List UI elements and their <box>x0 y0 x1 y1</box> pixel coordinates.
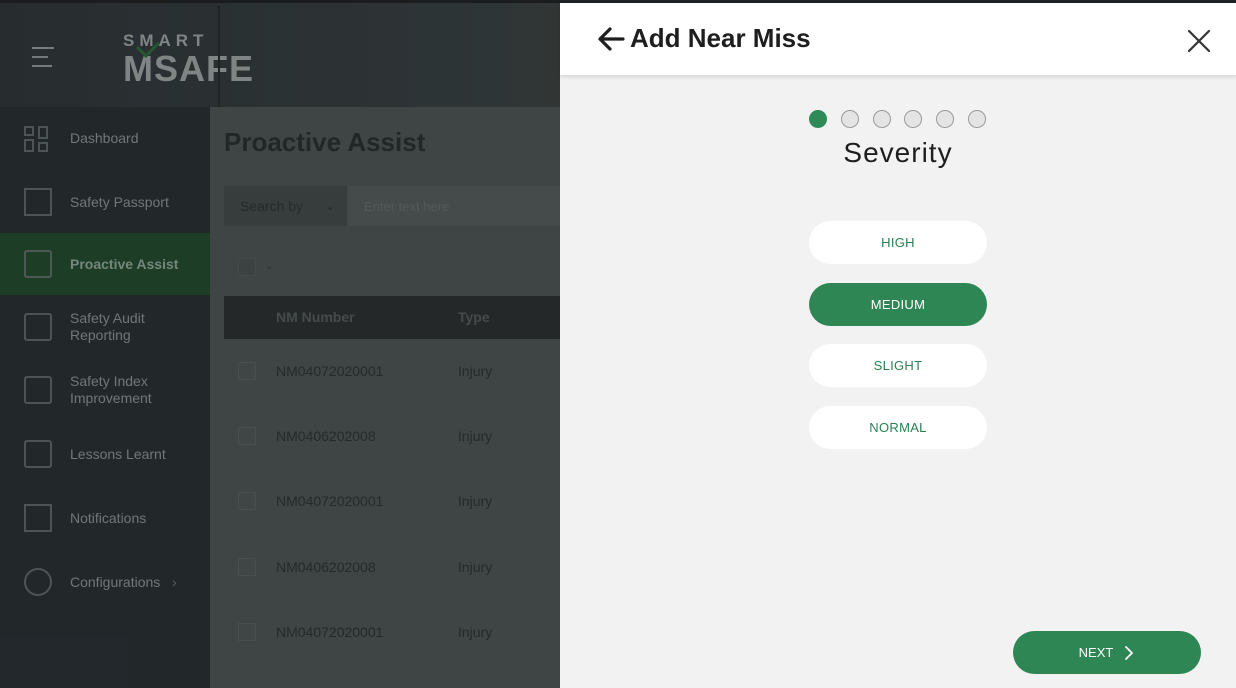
step-indicator <box>809 110 1000 128</box>
back-arrow-icon[interactable] <box>596 25 626 53</box>
add-near-miss-panel: Add Near Miss Severity HIGH MEDIUM SLIGH… <box>560 3 1236 688</box>
severity-option-normal[interactable]: NORMAL <box>809 406 987 449</box>
next-button-label: NEXT <box>1078 645 1114 660</box>
step-dot-2 <box>840 110 859 128</box>
panel-header: Add Near Miss <box>560 3 1236 75</box>
panel-title: Add Near Miss <box>630 23 811 53</box>
modal-backdrop[interactable] <box>0 0 560 688</box>
step-dot-4 <box>904 110 923 128</box>
chevron-right-icon <box>1125 645 1134 660</box>
step-title: Severity <box>843 137 953 168</box>
step-dot-1 <box>809 110 827 128</box>
close-icon[interactable] <box>1185 27 1213 55</box>
next-button[interactable]: NEXT <box>1013 631 1201 674</box>
step-dot-3 <box>872 110 891 128</box>
step-dot-5 <box>936 110 955 128</box>
severity-option-medium[interactable]: MEDIUM <box>809 283 987 326</box>
step-dot-6 <box>967 110 986 128</box>
severity-option-slight[interactable]: SLIGHT <box>809 344 987 387</box>
severity-option-high[interactable]: HIGH <box>809 221 987 264</box>
